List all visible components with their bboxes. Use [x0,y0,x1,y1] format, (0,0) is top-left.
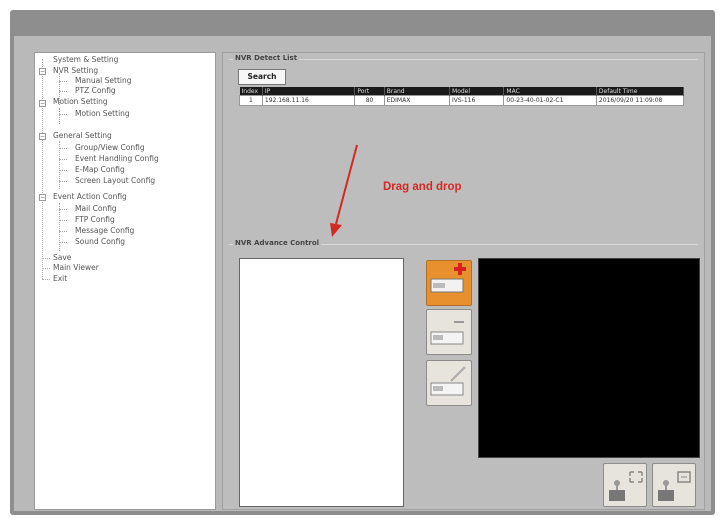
tree-item-system-setting[interactable]: System & Setting [53,55,118,64]
tree-guide [42,279,50,280]
table-cell: 2016/09/20 11:09:08 [595,95,685,106]
tree-guide [59,114,67,115]
tree-item-event-action-config[interactable]: Event Action Config [53,192,127,201]
tree-item-group-view-config[interactable]: Group/View Config [75,143,145,152]
expand-icon[interactable]: − [39,133,46,140]
tree-guide [59,181,67,182]
search-button[interactable]: Search [238,69,286,85]
fullscreen-button[interactable] [603,463,647,507]
tree-guide [59,242,67,243]
table-cell: 00-23-40-01-02-C1 [503,95,597,106]
tree-guide [59,170,67,171]
tree-item-general-setting[interactable]: General Setting [53,131,112,140]
add-nvr-icon [430,263,466,293]
tree-item-nvr-setting[interactable]: NVR Setting [53,66,98,75]
edit-nvr-button[interactable] [426,360,472,406]
expand-icon[interactable]: − [39,68,46,75]
column-header[interactable]: IP [262,87,356,96]
tree-guide [42,258,50,259]
table-row[interactable]: 1 192.168.11.16 80 EDIMAX IVS-116 00-23-… [239,95,685,106]
tree-guide [59,209,67,210]
table-cell: EDIMAX [383,95,451,106]
fullscreen-icon [609,471,643,501]
video-preview[interactable] [478,258,700,458]
tree-item-main-viewer[interactable]: Main Viewer [53,263,99,272]
group-divider [229,59,698,60]
tree-guide [59,159,67,160]
tree-guide [59,81,67,82]
tree-item-save[interactable]: Save [53,253,71,262]
column-header[interactable]: Port [354,87,385,96]
expand-icon[interactable]: − [39,100,46,107]
tree-item-message-config[interactable]: Message Config [75,226,134,235]
drag-and-drop-label: Drag and drop [383,181,462,193]
column-header[interactable]: Index [239,87,263,96]
snapshot-icon [658,471,691,501]
tree-item-manual-setting[interactable]: Manual Setting [75,76,132,85]
column-header[interactable]: Default Time [596,87,685,96]
tree-guide [59,203,60,251]
column-header[interactable]: Model [449,87,505,96]
settings-tree: System & Setting − NVR Setting Manual Se… [34,52,216,510]
main-panel: NVR Detect List Search Index IP Port Bra… [222,52,705,510]
remove-nvr-icon [430,321,464,345]
window-content: System & Setting − NVR Setting Manual Se… [14,36,711,511]
app-window: System & Setting − NVR Setting Manual Se… [10,10,715,515]
advance-control-title: NVR Advance Control [233,239,322,247]
snapshot-button[interactable] [652,463,696,507]
table-header-row: Index IP Port Brand Model MAC Default Ti… [239,87,685,96]
table-cell: IVS-116 [449,95,505,106]
column-header[interactable]: Brand [384,87,451,96]
edit-nvr-icon [430,366,466,396]
detect-list-title: NVR Detect List [233,54,300,62]
column-header[interactable]: MAC [503,87,597,96]
table-cell: 192.168.11.16 [261,95,356,106]
nvr-list-panel[interactable] [239,258,404,507]
expand-icon[interactable]: − [39,194,46,201]
tree-guide [59,220,67,221]
tree-guide [59,148,67,149]
tree-item-motion-setting[interactable]: Motion Setting [53,97,108,106]
tree-item-emap-config[interactable]: E-Map Config [75,165,125,174]
tree-item-motion-setting-sub[interactable]: Motion Setting [75,109,130,118]
tree-item-ftp-config[interactable]: FTP Config [75,215,115,224]
remove-nvr-button[interactable] [426,309,472,355]
table-cell: 1 [239,95,263,106]
tree-guide [42,268,50,269]
tree-guide [59,91,67,92]
nvr-detect-table: Index IP Port Brand Model MAC Default Ti… [239,87,685,106]
tree-item-mail-config[interactable]: Mail Config [75,204,117,213]
tree-item-exit[interactable]: Exit [53,274,67,283]
tree-guide [59,108,60,124]
table-cell: 80 [354,95,385,106]
tree-item-ptz-config[interactable]: PTZ Config [75,86,116,95]
tree-item-screen-layout-config[interactable]: Screen Layout Config [75,176,155,185]
tree-guide [59,231,67,232]
tree-item-event-handling-config[interactable]: Event Handling Config [75,154,159,163]
tree-item-sound-config[interactable]: Sound Config [75,237,125,246]
tree-guide [42,59,43,279]
add-nvr-button[interactable] [426,260,472,306]
